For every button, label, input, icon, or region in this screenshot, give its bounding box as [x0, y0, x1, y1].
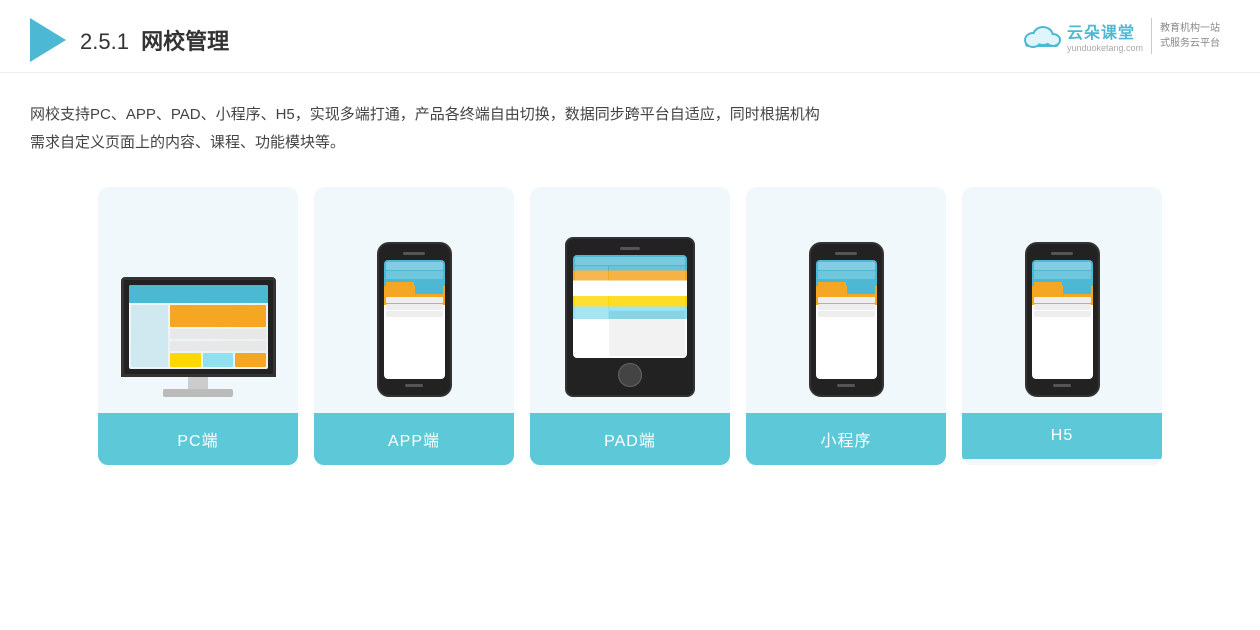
logo-triangle-icon: [30, 18, 66, 62]
pc-card-label: PC端: [98, 413, 298, 465]
device-card-app: APP端: [314, 187, 514, 465]
device-card-h5: H5: [962, 187, 1162, 465]
header-left: 2.5.1 网校管理: [30, 18, 229, 62]
brand-divider: [1151, 18, 1152, 54]
pad-device-icon: [565, 237, 695, 397]
cloud-logo-icon: [1023, 22, 1061, 50]
h5-phone-icon: [1025, 242, 1100, 397]
device-cards-area: PC端: [0, 167, 1260, 485]
pc-screen-area: [112, 207, 284, 397]
brand-name-group: 云朵课堂 yunduoketang.com: [1067, 19, 1143, 53]
miniapp-card-label: 小程序: [746, 413, 946, 465]
brand-logo: 云朵课堂 yunduoketang.com: [1023, 19, 1143, 53]
device-card-pc: PC端: [98, 187, 298, 465]
h5-card-label: H5: [962, 413, 1162, 459]
app-phone-icon: [377, 242, 452, 397]
pad-screen-area: [544, 207, 716, 397]
brand-slogan: 教育机构一站 式服务云平台: [1160, 21, 1220, 51]
description-block: 网校支持PC、APP、PAD、小程序、H5，实现多端打通，产品各终端自由切换，数…: [0, 73, 1260, 167]
device-card-miniapp: 小程序: [746, 187, 946, 465]
page-title: 2.5.1 网校管理: [80, 24, 229, 56]
miniapp-phone-icon: [809, 242, 884, 397]
pad-card-label: PAD端: [530, 413, 730, 465]
miniapp-screen-area: [760, 207, 932, 397]
pc-monitor-icon: [121, 277, 276, 397]
description-text: 网校支持PC、APP、PAD、小程序、H5，实现多端打通，产品各终端自由切换，数…: [30, 101, 1220, 157]
app-screen-area: [328, 207, 500, 397]
brand-name-cn: 云朵课堂: [1067, 19, 1135, 43]
brand-section: 云朵课堂 yunduoketang.com 教育机构一站 式服务云平台: [1023, 18, 1220, 54]
h5-screen-area: [976, 207, 1148, 397]
brand-url: yunduoketang.com: [1067, 43, 1143, 53]
page-header: 2.5.1 网校管理 云朵课堂 yunduoketang.com 教育机构一站: [0, 0, 1260, 73]
device-card-pad: PAD端: [530, 187, 730, 465]
app-card-label: APP端: [314, 413, 514, 465]
